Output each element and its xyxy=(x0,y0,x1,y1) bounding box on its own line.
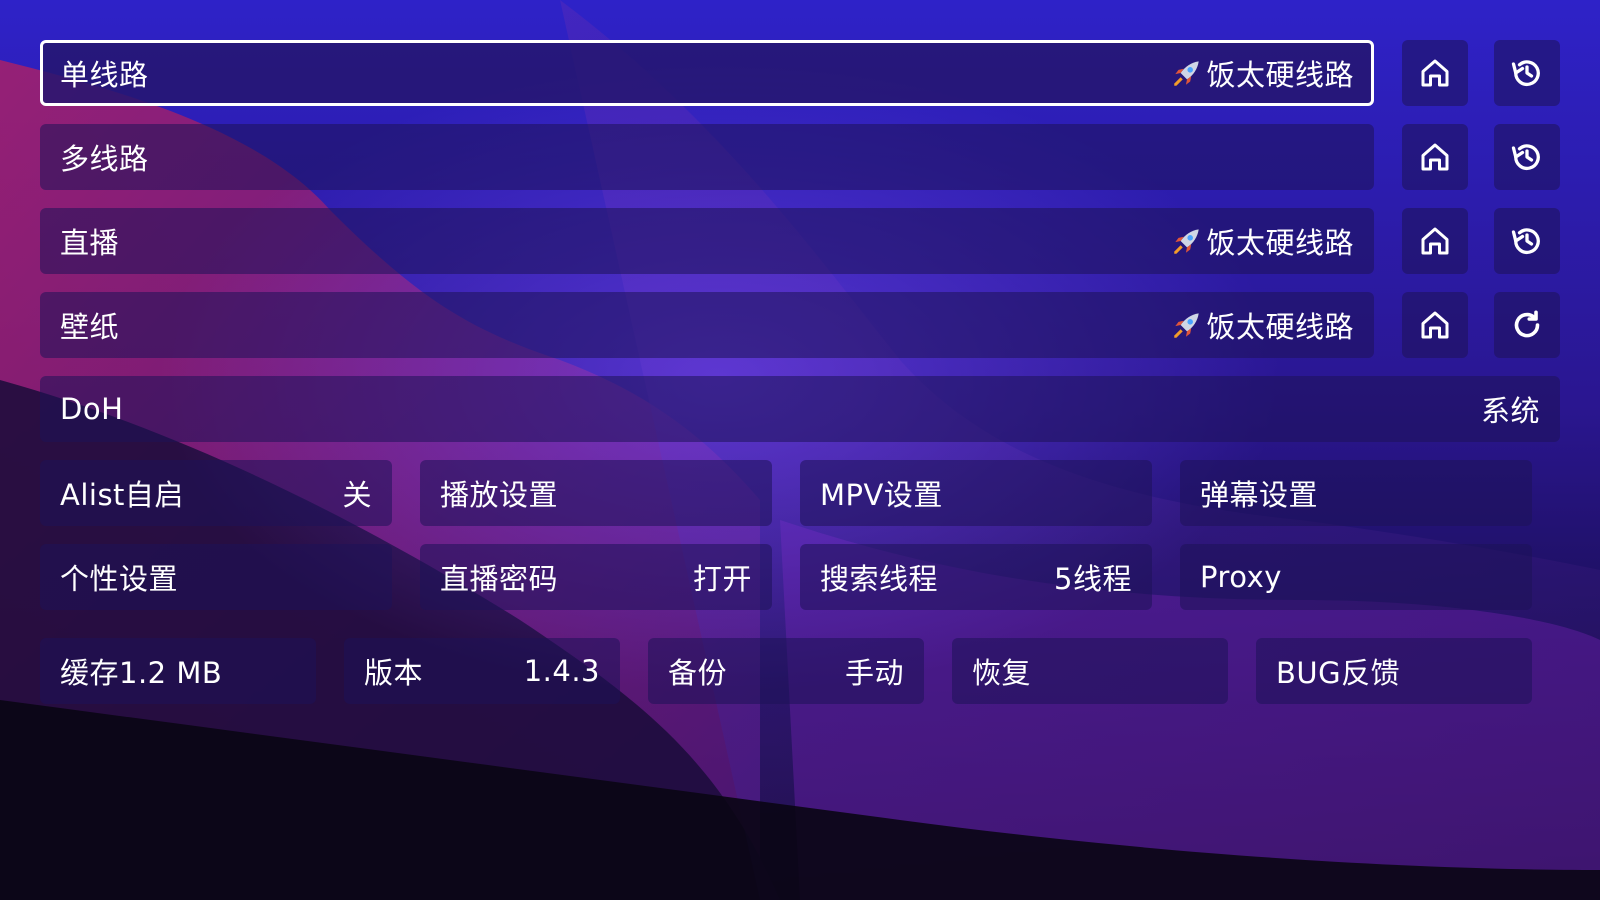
route-label-wallpaper: 壁纸 xyxy=(60,310,120,344)
mpv-settings-label: MPV设置 xyxy=(820,478,943,512)
route-value-text: 饭太硬线路 xyxy=(1206,226,1354,260)
playback-settings-label: 播放设置 xyxy=(440,478,559,512)
home-icon xyxy=(1421,227,1449,255)
rocket-icon xyxy=(1174,313,1200,338)
personal-settings-label: 个性设置 xyxy=(60,562,179,596)
home-button-multi[interactable] xyxy=(1402,124,1468,190)
route-value-live: 饭太硬线路 xyxy=(1170,220,1354,262)
home-icon xyxy=(1421,143,1449,171)
search-threads-value: 5线程 xyxy=(1054,562,1132,596)
home-button-single[interactable] xyxy=(1402,40,1468,106)
bug-report-label: BUG反馈 xyxy=(1276,656,1401,690)
cache-label: 缓存1.2 MB xyxy=(60,656,223,690)
home-button-live[interactable] xyxy=(1402,208,1468,274)
doh-value: 系统 xyxy=(1480,394,1540,428)
bug-report-tile[interactable]: BUG反馈 xyxy=(1256,638,1532,704)
mpv-settings-tile[interactable]: MPV设置 xyxy=(800,460,1152,526)
rocket-icon xyxy=(1174,229,1200,254)
personal-settings-tile[interactable]: 个性设置 xyxy=(40,544,392,610)
doh-label: DoH xyxy=(60,392,124,426)
proxy-label: Proxy xyxy=(1200,560,1282,594)
backup-tile[interactable]: 备份 手动 xyxy=(648,638,924,704)
version-label: 版本 xyxy=(364,656,424,690)
proxy-tile[interactable]: Proxy xyxy=(1180,544,1532,610)
live-password-value: 打开 xyxy=(692,562,752,596)
route-value-single: 饭太硬线路 xyxy=(1170,52,1354,94)
route-row-live[interactable]: 直播 饭太硬线路 xyxy=(40,208,1374,274)
doh-row[interactable]: DoH 系统 xyxy=(40,376,1560,442)
route-value-text: 饭太硬线路 xyxy=(1206,310,1354,344)
history-icon xyxy=(1511,60,1540,86)
search-threads-label: 搜索线程 xyxy=(820,562,939,596)
history-button-single[interactable] xyxy=(1494,40,1560,106)
home-icon xyxy=(1421,59,1449,87)
history-button-live[interactable] xyxy=(1494,208,1560,274)
history-icon xyxy=(1511,228,1540,254)
version-tile[interactable]: 版本 1.4.3 xyxy=(344,638,620,704)
home-icon xyxy=(1421,311,1449,339)
version-value: 1.4.3 xyxy=(523,654,600,688)
danmaku-settings-tile[interactable]: 弹幕设置 xyxy=(1180,460,1532,526)
route-label-multi: 多线路 xyxy=(60,142,149,176)
playback-settings-tile[interactable]: 播放设置 xyxy=(420,460,772,526)
route-value-wallpaper: 饭太硬线路 xyxy=(1170,304,1354,346)
history-button-multi[interactable] xyxy=(1494,124,1560,190)
danmaku-settings-label: 弹幕设置 xyxy=(1200,478,1319,512)
restore-label: 恢复 xyxy=(972,656,1032,690)
refresh-icon xyxy=(1514,310,1540,338)
route-label-live: 直播 xyxy=(60,226,120,260)
rocket-icon xyxy=(1174,61,1200,86)
route-value-text: 饭太硬线路 xyxy=(1206,58,1354,92)
restore-tile[interactable]: 恢复 xyxy=(952,638,1228,704)
history-icon xyxy=(1511,144,1540,170)
refresh-button-wallpaper[interactable] xyxy=(1494,292,1560,358)
search-threads-tile[interactable]: 搜索线程 5线程 xyxy=(800,544,1152,610)
alist-autostart-label: Alist自启 xyxy=(60,478,184,512)
alist-autostart-value: 关 xyxy=(342,478,372,512)
live-password-label: 直播密码 xyxy=(440,562,559,596)
route-row-wallpaper[interactable]: 壁纸 饭太硬线路 xyxy=(40,292,1374,358)
live-password-tile[interactable]: 直播密码 打开 xyxy=(420,544,772,610)
route-row-single[interactable]: 单线路 饭太硬线路 xyxy=(40,40,1374,106)
alist-autostart-tile[interactable]: Alist自启 关 xyxy=(40,460,392,526)
route-label-single: 单线路 xyxy=(60,58,149,92)
route-row-multi[interactable]: 多线路 xyxy=(40,124,1374,190)
cache-tile[interactable]: 缓存1.2 MB xyxy=(40,638,316,704)
backup-value: 手动 xyxy=(844,656,904,690)
home-button-wallpaper[interactable] xyxy=(1402,292,1468,358)
backup-label: 备份 xyxy=(668,656,728,690)
